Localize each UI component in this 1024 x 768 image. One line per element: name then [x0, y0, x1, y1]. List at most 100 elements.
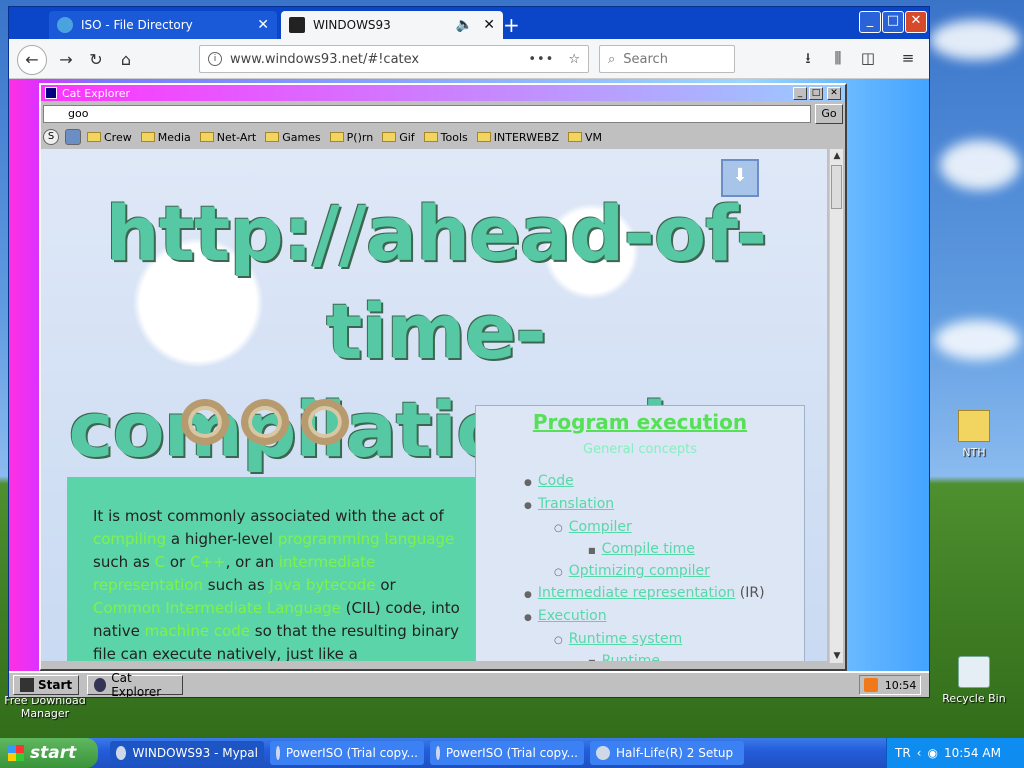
- text: or: [375, 576, 396, 594]
- cloud: [940, 140, 1020, 190]
- download-icon[interactable]: ⭳: [797, 47, 819, 69]
- list-item: Translation: [524, 494, 804, 517]
- desktop-icon-recycle-bin[interactable]: Recycle Bin: [934, 656, 1014, 705]
- link-c[interactable]: C: [155, 553, 165, 571]
- pretzel-images: [181, 399, 349, 445]
- tray-expand-icon[interactable]: ‹: [917, 746, 922, 760]
- infobox-link[interactable]: Translation: [538, 496, 614, 512]
- forward-button[interactable]: →: [53, 47, 79, 73]
- new-tab-button[interactable]: +: [503, 13, 520, 37]
- infobox-link[interactable]: Compile time: [602, 541, 695, 557]
- start-label: start: [30, 743, 77, 763]
- tab-bar: ISO - File Directory ✕ WINDOWS93 🔈 ✕ + _…: [9, 7, 929, 39]
- link-cpp[interactable]: C++: [190, 553, 226, 571]
- infobox-link[interactable]: Code: [538, 473, 574, 489]
- language-indicator[interactable]: TR: [895, 746, 911, 760]
- scroll-up-icon[interactable]: ▲: [830, 149, 844, 163]
- poweriso-icon: [276, 746, 280, 760]
- folder-icon: [476, 132, 491, 142]
- close-icon[interactable]: ✕: [257, 17, 269, 33]
- bookmark-vm[interactable]: VM: [568, 131, 602, 144]
- link-compiling[interactable]: compiling: [93, 530, 166, 548]
- bookmark-crew[interactable]: Crew: [87, 131, 132, 144]
- folder-icon: [140, 132, 155, 142]
- save-icon[interactable]: [65, 129, 81, 145]
- xp-start-button[interactable]: start: [0, 738, 98, 768]
- infobox-link[interactable]: Runtime system: [569, 631, 683, 647]
- minimize-button[interactable]: _: [859, 11, 881, 33]
- bookmark-star-icon[interactable]: ☆: [568, 52, 580, 67]
- cat-explorer-window[interactable]: Cat Explorer _ □ ✕ goo Go S Crew Media N…: [39, 83, 847, 671]
- intro-paragraph: It is most commonly associated with the …: [67, 477, 487, 661]
- system-tray: TR ‹ ◉ 10:54 AM: [886, 738, 1024, 768]
- w93-task-cat-explorer[interactable]: Cat Explorer: [87, 671, 183, 697]
- close-window-button[interactable]: ✕: [905, 11, 927, 33]
- maximize-button[interactable]: □: [809, 87, 823, 100]
- link-java-bytecode[interactable]: Java bytecode: [269, 576, 375, 594]
- cat-explorer-icon: [45, 87, 57, 99]
- minimize-button[interactable]: _: [793, 87, 807, 100]
- close-icon[interactable]: ✕: [483, 17, 495, 33]
- search-input[interactable]: ⌕ Search: [599, 45, 735, 73]
- info-icon[interactable]: i: [208, 52, 222, 66]
- bookmark-tools[interactable]: Tools: [423, 130, 468, 144]
- s-icon[interactable]: S: [43, 129, 59, 145]
- library-icon[interactable]: ⫼: [827, 47, 849, 69]
- list-item: Compiler: [524, 517, 804, 539]
- infobox-link[interactable]: Execution: [538, 608, 607, 624]
- scroll-thumb[interactable]: [831, 165, 842, 209]
- desktop-icon-label: Recycle Bin: [942, 692, 1006, 705]
- bookmark-media[interactable]: Media: [140, 131, 191, 144]
- list-item: Compile time: [524, 539, 804, 561]
- bookmark-p-rn[interactable]: P()rn: [329, 131, 373, 144]
- scroll-down-arrow-icon[interactable]: ▼: [830, 649, 844, 663]
- text: a higher-level: [166, 530, 278, 548]
- bookmark-label: Tools: [440, 130, 468, 144]
- close-button[interactable]: ✕: [827, 87, 841, 100]
- taskbar-item-half-life-setup[interactable]: Half-Life(R) 2 Setup: [590, 741, 744, 765]
- desktop-icon-nth[interactable]: NTH: [934, 410, 1014, 459]
- link-programming-language[interactable]: programming language: [278, 530, 454, 548]
- maximize-button[interactable]: □: [882, 11, 904, 33]
- taskbar-item-poweriso-2[interactable]: PowerISO (Trial copy...: [430, 741, 584, 765]
- taskbar-item-poweriso-1[interactable]: PowerISO (Trial copy...: [270, 741, 424, 765]
- bookmark-gif[interactable]: Gif: [382, 131, 415, 144]
- cloud: [930, 20, 1020, 60]
- sidebar-icon[interactable]: ◫: [857, 47, 879, 69]
- home-button[interactable]: ⌂: [113, 47, 139, 73]
- rss-icon[interactable]: [863, 678, 878, 692]
- taskbar-item-windows93-mypal[interactable]: WINDOWS93 - Mypal: [110, 741, 264, 765]
- bookmark-games[interactable]: Games: [265, 131, 321, 144]
- cat-explorer-titlebar[interactable]: Cat Explorer: [41, 85, 845, 101]
- link-cil[interactable]: Common Intermediate Language: [93, 599, 341, 617]
- go-button[interactable]: Go: [815, 104, 843, 124]
- infobox-link[interactable]: Intermediate representation: [538, 585, 735, 601]
- tab-iso-directory[interactable]: ISO - File Directory ✕: [49, 11, 277, 39]
- bookmark-label: Net-Art: [216, 130, 257, 144]
- w93-start-button[interactable]: Start: [13, 675, 80, 695]
- infobox-title[interactable]: Program execution: [476, 410, 804, 434]
- page-actions-icon[interactable]: •••: [528, 52, 554, 67]
- windows-flag-icon: [8, 745, 24, 761]
- link-machine-code[interactable]: machine code: [145, 622, 250, 640]
- back-button[interactable]: ←: [17, 45, 47, 75]
- list-item: Runtime: [524, 651, 804, 661]
- vertical-scrollbar[interactable]: ▲ ▼: [829, 149, 843, 663]
- menu-icon[interactable]: ≡: [897, 47, 919, 69]
- infobox-link[interactable]: Compiler: [569, 519, 632, 535]
- bookmark-net-art[interactable]: Net-Art: [199, 130, 257, 144]
- bookmarks-bar: S Crew Media Net-Art Games P()rn Gif Too…: [43, 127, 843, 147]
- infobox-link[interactable]: Optimizing compiler: [569, 563, 710, 579]
- infobox-link[interactable]: Runtime: [602, 653, 660, 661]
- text: , or an: [225, 553, 279, 571]
- bookmark-interwebz[interactable]: INTERWEBZ: [476, 131, 559, 144]
- tray-app-icon[interactable]: ◉: [927, 746, 937, 760]
- url-bar[interactable]: i www.windows93.net/#!catex ••• ☆: [199, 45, 589, 73]
- tab-title: ISO - File Directory: [81, 18, 193, 32]
- speaker-icon[interactable]: 🔈: [456, 17, 473, 33]
- tab-windows93[interactable]: WINDOWS93 🔈 ✕: [281, 11, 503, 39]
- poweriso-icon: [436, 746, 440, 760]
- address-input[interactable]: goo: [43, 105, 811, 123]
- reload-button[interactable]: ↻: [83, 47, 109, 73]
- page-viewport: Cat Explorer _ □ ✕ goo Go S Crew Media N…: [9, 79, 929, 697]
